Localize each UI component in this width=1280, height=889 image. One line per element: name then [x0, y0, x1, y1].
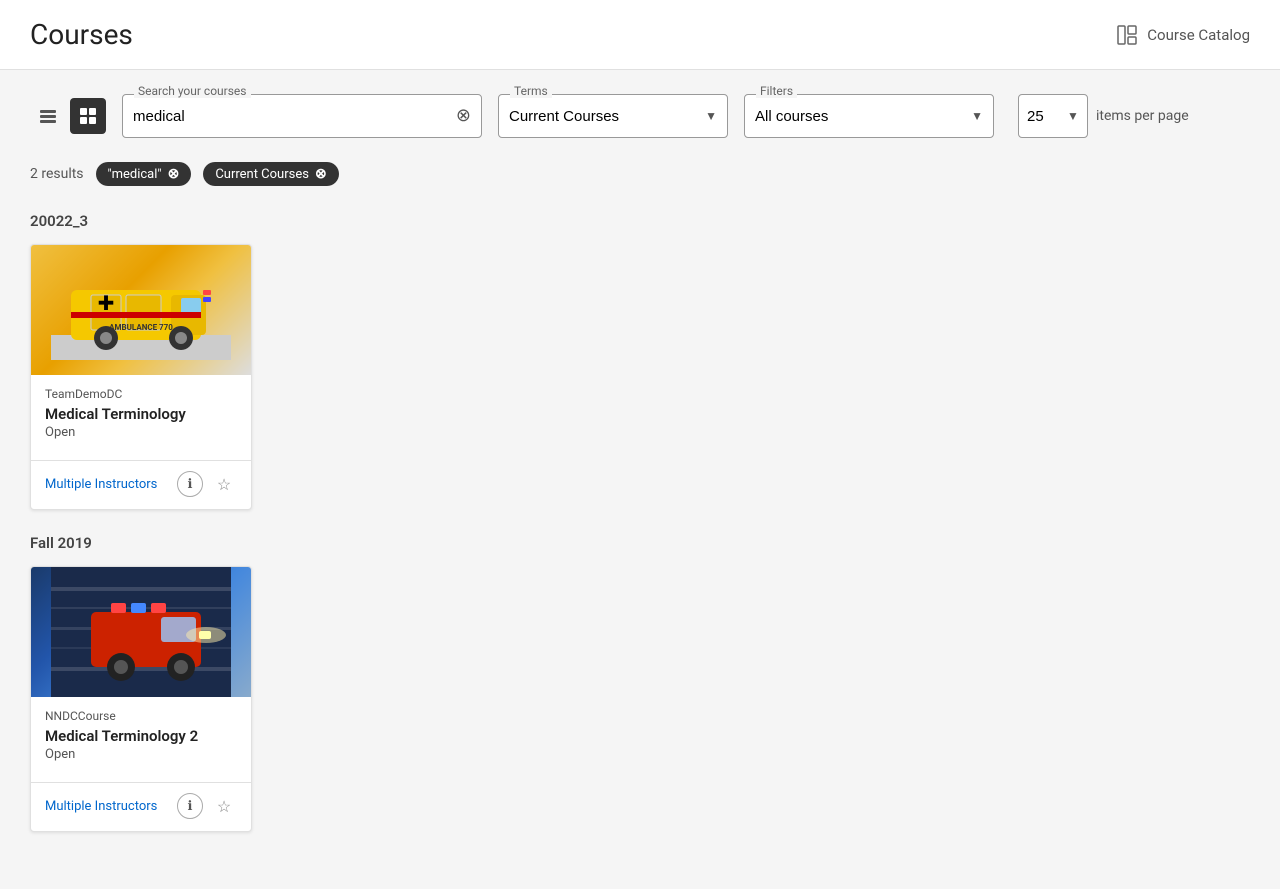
filters-field: Filters All courses In Progress Complete…	[744, 94, 994, 138]
term-group-20022_3: 20022_3	[30, 212, 1250, 510]
grid-view-icon	[80, 108, 96, 124]
course-card-medical-terminology-2[interactable]: NNDCCourse Medical Terminology 2 Open Mu…	[30, 566, 252, 832]
course-status-medical-terminology: Open	[45, 425, 237, 440]
catalog-label: Course Catalog	[1147, 26, 1250, 44]
svg-text:AMBULANCE 770: AMBULANCE 770	[109, 323, 173, 332]
filter-chip-medical[interactable]: "medical" ⊗	[96, 162, 192, 186]
filters-label: Filters	[756, 84, 797, 98]
view-toggle	[30, 98, 106, 134]
chip-medical-remove-icon[interactable]: ⊗	[168, 166, 180, 182]
term-heading-20022_3: 20022_3	[30, 212, 1250, 230]
search-label: Search your courses	[134, 84, 251, 98]
chip-medical-label: "medical"	[108, 167, 162, 182]
course-card-medical-terminology[interactable]: ✚ AMBULANCE 770 TeamDemoDC	[30, 244, 252, 510]
term-heading-fall-2019: Fall 2019	[30, 534, 1250, 552]
course-name-medical-terminology: Medical Terminology	[45, 405, 237, 423]
terms-label: Terms	[510, 84, 552, 98]
terms-chevron-icon: ▼	[705, 109, 717, 123]
course-org-medical-terminology: TeamDemoDC	[45, 387, 237, 401]
items-per-page-field: 25 10 50 100 ▼ items per page	[1018, 94, 1189, 138]
page-title: Courses	[30, 18, 133, 51]
course-status-medical-terminology-2: Open	[45, 747, 237, 762]
catalog-icon	[1115, 23, 1139, 47]
course-thumbnail-medical-terminology-2	[31, 567, 251, 697]
search-field: Search your courses ⊗	[122, 94, 482, 138]
course-grid-fall-2019: NNDCCourse Medical Terminology 2 Open Mu…	[30, 566, 1250, 832]
svg-text:✚: ✚	[98, 291, 115, 315]
chip-current-courses-label: Current Courses	[215, 167, 309, 182]
course-actions-medical-terminology: ℹ ☆	[177, 471, 237, 497]
course-footer-medical-terminology: Multiple Instructors ℹ ☆	[31, 471, 251, 509]
list-view-icon	[40, 110, 56, 123]
terms-select-wrap: Current Courses All Terms Past Courses ▼	[498, 94, 728, 138]
course-org-medical-terminology-2: NNDCCourse	[45, 709, 237, 723]
course-divider-1	[31, 460, 251, 461]
page-header: Courses Course Catalog	[0, 0, 1280, 70]
items-per-page-chevron-icon: ▼	[1067, 109, 1079, 123]
toolbar: Search your courses ⊗ Terms Current Cour…	[0, 70, 1280, 154]
items-per-page-select[interactable]: 25 10 50 100	[1027, 108, 1067, 125]
ambulance-svg-1: ✚ AMBULANCE 770	[51, 260, 231, 360]
items-per-page-label: items per page	[1096, 108, 1189, 124]
course-body-medical-terminology-2: NNDCCourse Medical Terminology 2 Open	[31, 697, 251, 772]
grid-view-button[interactable]	[70, 98, 106, 134]
results-count: 2 results	[30, 166, 84, 182]
info-icon-medical-terminology[interactable]: ℹ	[177, 471, 203, 497]
star-icon-medical-terminology[interactable]: ☆	[211, 471, 237, 497]
search-input-wrap: ⊗	[122, 94, 482, 138]
instructors-link-medical-terminology[interactable]: Multiple Instructors	[45, 477, 157, 492]
filters-select[interactable]: All courses In Progress Completed Upcomi…	[755, 108, 971, 125]
terms-field: Terms Current Courses All Terms Past Cou…	[498, 94, 728, 138]
course-footer-medical-terminology-2: Multiple Instructors ℹ ☆	[31, 793, 251, 831]
chip-current-courses-remove-icon[interactable]: ⊗	[315, 166, 327, 182]
items-per-page-select-wrap: 25 10 50 100 ▼	[1018, 94, 1088, 138]
filters-chevron-icon: ▼	[971, 109, 983, 123]
list-view-button[interactable]	[30, 98, 66, 134]
terms-select[interactable]: Current Courses All Terms Past Courses	[509, 108, 705, 125]
course-body-medical-terminology: TeamDemoDC Medical Terminology Open	[31, 375, 251, 450]
course-name-medical-terminology-2: Medical Terminology 2	[45, 727, 237, 745]
term-group-fall-2019: Fall 2019	[30, 534, 1250, 832]
course-thumbnail-medical-terminology: ✚ AMBULANCE 770	[31, 245, 251, 375]
search-input[interactable]	[133, 108, 456, 125]
main-content: 20022_3	[0, 202, 1280, 886]
ambulance-svg-2	[51, 567, 231, 697]
course-divider-2	[31, 782, 251, 783]
course-actions-medical-terminology-2: ℹ ☆	[177, 793, 237, 819]
star-icon-medical-terminology-2[interactable]: ☆	[211, 793, 237, 819]
filters-select-wrap: All courses In Progress Completed Upcomi…	[744, 94, 994, 138]
clear-search-icon[interactable]: ⊗	[456, 107, 471, 125]
instructors-link-medical-terminology-2[interactable]: Multiple Instructors	[45, 799, 157, 814]
info-icon-medical-terminology-2[interactable]: ℹ	[177, 793, 203, 819]
active-filters-bar: 2 results "medical" ⊗ Current Courses ⊗	[0, 154, 1280, 202]
course-grid-20022_3: ✚ AMBULANCE 770 TeamDemoDC	[30, 244, 1250, 510]
catalog-link[interactable]: Course Catalog	[1115, 23, 1250, 47]
filter-chip-current-courses[interactable]: Current Courses ⊗	[203, 162, 338, 186]
